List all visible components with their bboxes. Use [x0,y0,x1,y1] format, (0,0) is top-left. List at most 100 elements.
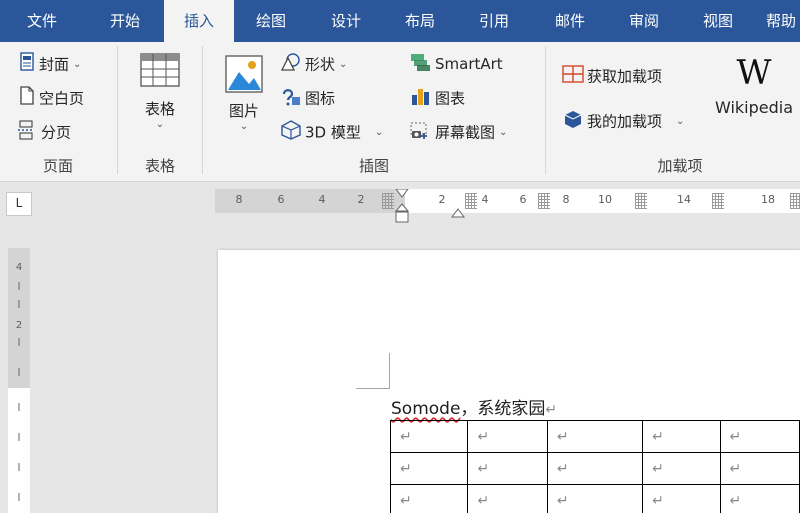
document-table[interactable]: ↵ ↵ ↵ ↵ ↵ ↵ ↵ ↵ ↵ ↵ ↵ ↵ ↵ ↵ ↵ [389,420,800,513]
ruler-tick: 4 [481,193,489,206]
table-cell[interactable]: ↵ [467,452,548,485]
ruler-tick: 14 [677,193,691,206]
store-icon [562,64,584,88]
table-dropdown-icon[interactable]: ⌄ [136,119,184,130]
tab-mailings[interactable]: 邮件 [544,0,596,42]
vertical-ruler[interactable]: 4 2 [8,248,30,513]
horizontal-ruler[interactable]: 8 6 4 2 2 4 6 8 10 14 18 [215,188,800,223]
ruler-tick: 10 [598,193,612,206]
table-row: ↵ ↵ ↵ ↵ ↵ [389,452,800,485]
icons-button[interactable]: 图标 [280,86,335,110]
table-cell[interactable]: ↵ [642,420,721,453]
tab-home[interactable]: 开始 [97,0,153,42]
document-paragraph[interactable]: Somode，系统家园↵ [391,394,557,419]
group-separator [202,46,203,174]
blank-page-icon [18,86,36,110]
pictures-button[interactable]: 图片 ⌄ [220,54,268,132]
screenshot-icon [410,120,432,144]
3d-cube-icon [280,120,302,144]
ruler-hatch [635,193,647,209]
smartart-button[interactable]: SmartArt [410,52,503,76]
bar-chart-icon [410,86,432,110]
tab-draw[interactable]: 绘图 [245,0,297,42]
get-addins-button[interactable]: 获取加载项 [562,64,662,88]
ruler-tick: 4 [318,193,326,206]
spellcheck-word[interactable]: Somode [391,399,460,419]
table-cell[interactable]: ↵ [467,484,548,513]
ruler-tick: 2 [357,193,365,206]
picture-icon [223,54,265,98]
table-cell[interactable]: ↵ [546,452,644,485]
table-cell[interactable]: ↵ [719,420,800,453]
tab-file[interactable]: 文件 [22,0,62,42]
chart-button[interactable]: 图表 [410,86,465,110]
paragraph-mark-icon: ↵ [545,402,558,418]
screenshot-dropdown-icon[interactable]: ⌄ [499,127,507,138]
cover-page-button[interactable]: 封面 ⌄ [18,52,81,76]
tab-selector[interactable]: L [6,192,32,216]
ruler-hatch [538,193,550,209]
table-row: ↵ ↵ ↵ ↵ ↵ [389,420,800,453]
tab-design[interactable]: 设计 [320,0,372,42]
table-cell[interactable]: ↵ [389,484,469,513]
ruler-hatch [712,193,724,209]
smartart-icon [410,52,432,76]
ribbon-insert: 封面 ⌄ 空白页 分页 页面 表格 ⌄ 表格 图片 ⌄ 形状 ⌄ 图标 3D 模… [0,42,800,182]
cover-page-icon [18,52,36,76]
shapes-button[interactable]: 形状 ⌄ [280,52,347,76]
hanging-indent-marker[interactable] [451,203,465,218]
table-cell[interactable]: ↵ [389,452,469,485]
ruler-hatch [382,193,394,209]
ruler-tick: 8 [235,193,243,206]
table-button[interactable]: 表格 ⌄ [136,52,184,130]
table-cell[interactable]: ↵ [642,484,721,513]
group-label-pages: 页面 [42,157,73,175]
ruler-tick: 6 [519,193,527,206]
ruler-tick: 18 [761,193,775,206]
cover-dropdown-icon[interactable]: ⌄ [73,59,81,70]
group-label-tables: 表格 [144,157,175,175]
tab-review[interactable]: 审阅 [618,0,670,42]
tab-layout[interactable]: 布局 [394,0,446,42]
shapes-icon [280,52,302,76]
tab-references[interactable]: 引用 [468,0,520,42]
pictures-dropdown-icon[interactable]: ⌄ [220,121,268,132]
table-cell[interactable]: ↵ [642,452,721,485]
tab-help[interactable]: 帮助 [766,0,800,42]
table-cell[interactable]: ↵ [546,420,644,453]
vertical-ruler-marks [18,282,20,501]
group-label-illustrations: 插图 [358,157,389,175]
wikipedia-button[interactable]: W Wikipedia [708,52,800,117]
table-cell[interactable]: ↵ [719,452,800,485]
3d-models-dropdown-icon[interactable]: ⌄ [375,127,383,138]
group-separator [117,46,118,174]
ruler-tick: 6 [277,193,285,206]
page-break-icon [18,120,38,144]
table-cell[interactable]: ↵ [467,420,548,453]
group-separator [545,46,546,174]
table-row: ↵ ↵ ↵ ↵ ↵ [389,484,800,513]
wikipedia-logo-icon: W [736,53,772,93]
tab-stop-icon: L [15,196,23,210]
my-addins-icon [562,109,584,133]
ribbon-tab-bar: 文件 开始 插入 绘图 设计 布局 引用 邮件 审阅 视图 帮助 [0,0,800,42]
page-break-button[interactable]: 分页 [18,120,71,144]
margin-corner-mark [356,353,390,389]
table-cell[interactable]: ↵ [389,420,469,453]
screenshot-button[interactable]: 屏幕截图 ⌄ [410,120,507,144]
blank-page-button[interactable]: 空白页 [18,86,84,110]
3d-models-button[interactable]: 3D 模型 ⌄ [280,120,383,144]
tab-insert[interactable]: 插入 [164,0,234,42]
icons-icon [280,86,302,110]
shapes-dropdown-icon[interactable]: ⌄ [339,59,347,70]
tab-view[interactable]: 视图 [692,0,744,42]
ruler-tick: 8 [562,193,570,206]
table-cell[interactable]: ↵ [719,484,800,513]
first-line-indent-marker[interactable] [394,188,410,223]
ruler-tick: 2 [438,193,446,206]
table-cell[interactable]: ↵ [546,484,644,513]
my-addins-button[interactable]: 我的加载项 ⌄ [562,109,684,133]
my-addins-dropdown-icon[interactable]: ⌄ [676,116,684,127]
document-page[interactable]: Somode，系统家园↵ ↵ ↵ ↵ ↵ ↵ ↵ ↵ ↵ ↵ ↵ ↵ ↵ ↵ ↵ ↵ [218,250,800,513]
paragraph-text: ，系统家园 [460,399,546,419]
